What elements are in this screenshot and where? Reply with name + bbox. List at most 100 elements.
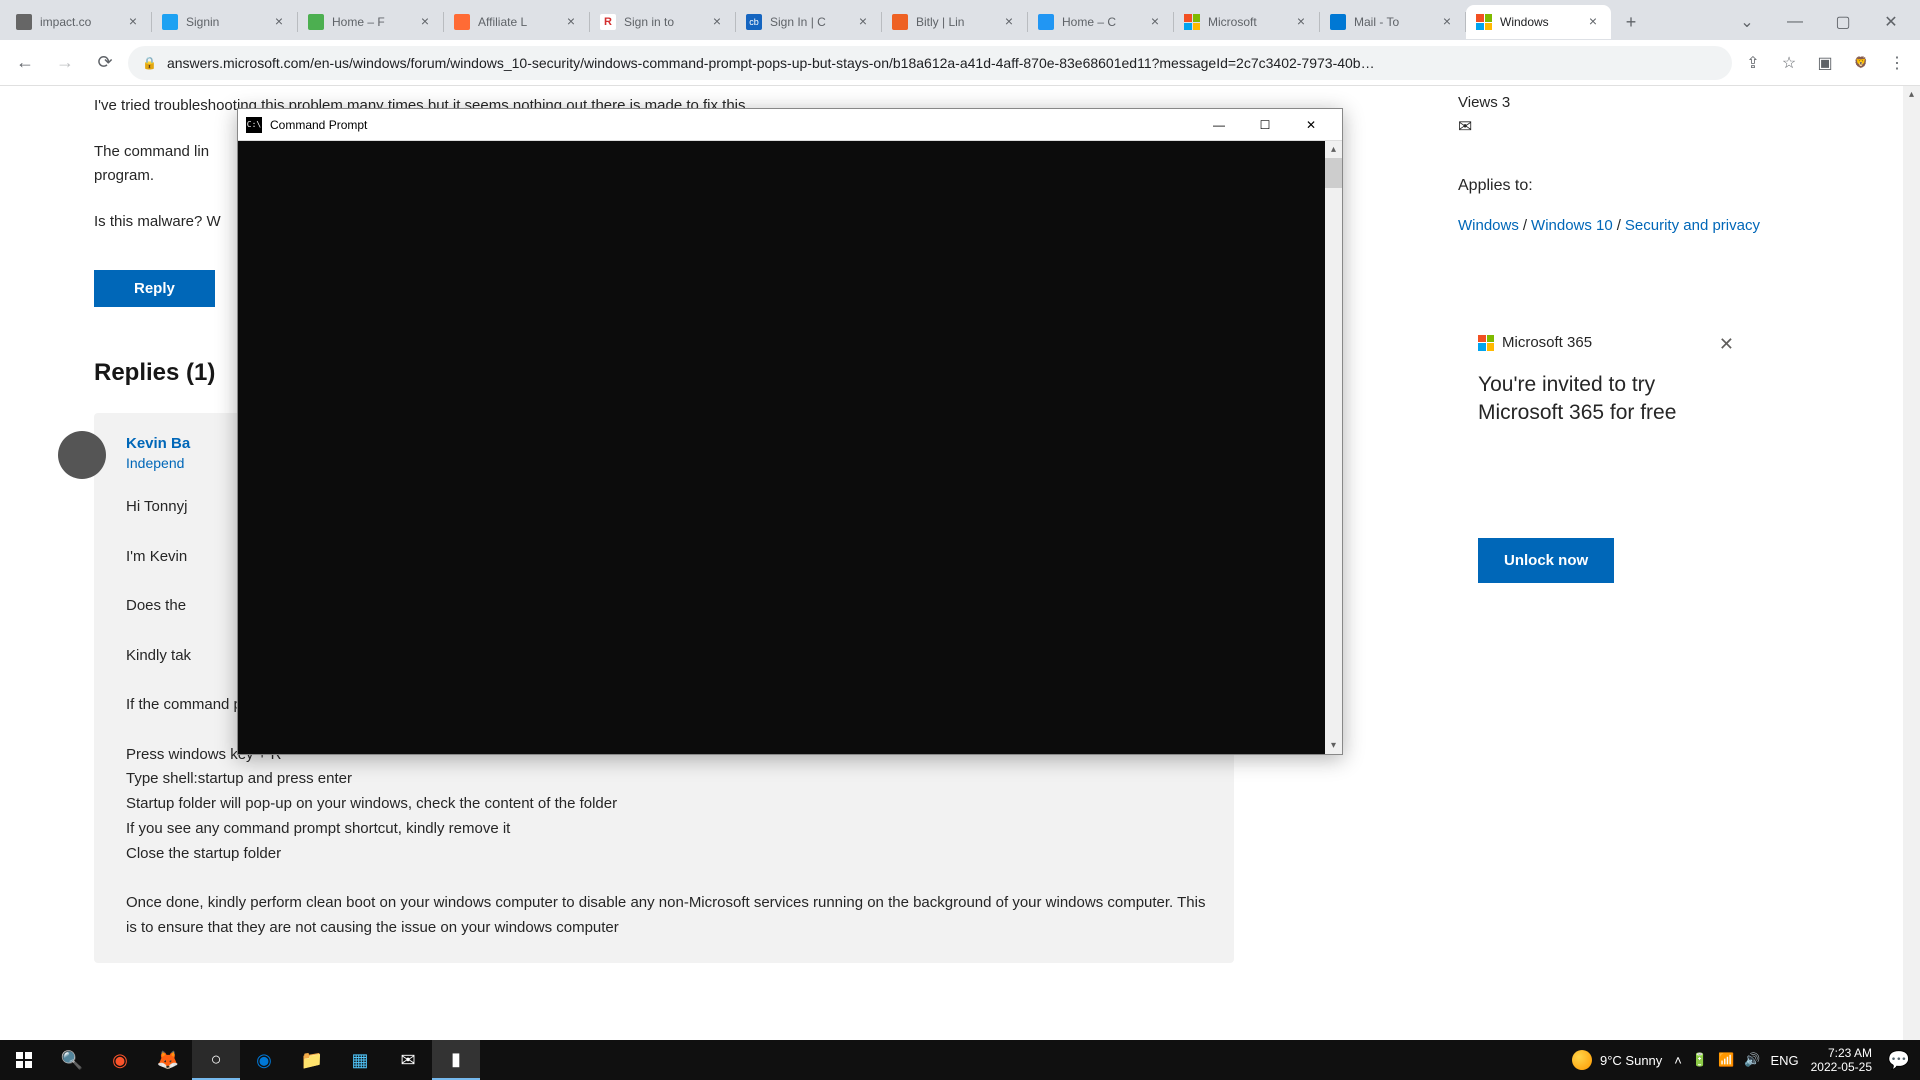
scroll-down-icon[interactable]: ▾ [1325,737,1342,754]
favicon [1038,14,1054,30]
explorer-app[interactable]: 📁 [288,1040,336,1080]
page-scrollbar[interactable]: ▴ [1903,86,1920,1040]
cmd-close-icon[interactable]: ✕ [1288,110,1334,140]
cmd-body[interactable]: ▴ ▾ [238,141,1342,754]
brave-app[interactable]: ◉ [96,1040,144,1080]
favicon [162,14,178,30]
cmd-title: Command Prompt [270,118,1196,132]
tab-title: Sign in to [624,15,701,29]
tab-close-icon[interactable]: × [563,14,579,30]
tab-title: Bitly | Lin [916,15,993,29]
extension-icon[interactable]: 🦁 [1846,48,1876,78]
tab-close-icon[interactable]: × [1001,14,1017,30]
tab-close-icon[interactable]: × [1585,14,1601,30]
scroll-up-icon[interactable]: ▴ [1325,141,1342,158]
chevron-up-icon[interactable]: ˄ [1674,1053,1682,1068]
clock-time: 7:23 AM [1811,1046,1872,1060]
address-bar: ← → ⟳ 🔒 answers.microsoft.com/en-us/wind… [0,40,1920,86]
notifications-icon[interactable]: 💬 [1884,1040,1914,1080]
share-icon[interactable]: ⇪ [1738,48,1768,78]
microsoft-logo-icon [1478,335,1494,351]
breadcrumb: Windows/Windows 10/Security and privacy [1458,217,1878,234]
tab-windows[interactable]: Windows × [1466,5,1611,39]
cmd-maximize-icon[interactable]: ☐ [1242,110,1288,140]
chevron-down-icon[interactable]: ⌄ [1724,6,1770,38]
maximize-icon[interactable]: ▢ [1820,6,1866,38]
favicon [454,14,470,30]
command-prompt-window[interactable]: C:\ Command Prompt — ☐ ✕ ▴ ▾ [237,108,1343,755]
tab-close-icon[interactable]: × [271,14,287,30]
tab-affiliate[interactable]: Affiliate L× [444,5,589,39]
clock[interactable]: 7:23 AM 2022-05-25 [1811,1046,1872,1075]
tab-signin-cb[interactable]: cbSign In | C× [736,5,881,39]
question-line: program. [94,167,154,184]
back-button[interactable]: ← [8,46,42,80]
breadcrumb-link[interactable]: Windows 10 [1531,217,1613,234]
cmd-scrollbar[interactable]: ▴ ▾ [1325,141,1342,754]
tab-close-icon[interactable]: × [1147,14,1163,30]
tab-close-icon[interactable]: × [1439,14,1455,30]
applies-to-label: Applies to: [1458,177,1878,195]
weather-widget[interactable]: 9°C Sunny [1572,1050,1662,1070]
tab-strip: impact.co × Signin× Home – F × Affiliate L… [0,0,1920,40]
tab-impact[interactable]: impact.co × [6,5,151,39]
url-text: answers.microsoft.com/en-us/windows/foru… [167,55,1718,71]
tab-close-icon[interactable]: × [709,14,725,30]
tab-home1[interactable]: Home – F × [298,5,443,39]
tab-title: Mail - To [1354,15,1431,29]
scroll-up-icon[interactable]: ▴ [1903,86,1920,103]
bookmark-icon[interactable]: ☆ [1774,48,1804,78]
battery-icon[interactable]: 🔋 [1692,1052,1708,1068]
mail-icon[interactable]: ✉ [1458,117,1878,137]
wifi-icon[interactable]: 📶 [1718,1052,1734,1068]
edge-app[interactable]: ◉ [240,1040,288,1080]
views-count: Views 3 [1458,94,1878,111]
mail-app[interactable]: ✉ [384,1040,432,1080]
tab-signin[interactable]: Signin× [152,5,297,39]
favicon [1330,14,1346,30]
search-button[interactable]: 🔍 [48,1040,96,1080]
cmd-app[interactable]: ▮ [432,1040,480,1080]
chrome-app[interactable]: ○ [192,1040,240,1080]
volume-icon[interactable]: 🔊 [1744,1052,1760,1068]
tab-title: Home – F [332,15,409,29]
breadcrumb-link[interactable]: Security and privacy [1625,217,1760,234]
menu-icon[interactable]: ⋮ [1882,48,1912,78]
tab-close-icon[interactable]: × [417,14,433,30]
omnibox[interactable]: 🔒 answers.microsoft.com/en-us/windows/fo… [128,46,1732,80]
tab-microsoft[interactable]: Microsoft × [1174,5,1319,39]
reply-button[interactable]: Reply [94,270,215,307]
new-tab-button[interactable]: + [1617,8,1645,36]
language-indicator[interactable]: ENG [1770,1053,1798,1068]
forward-button[interactable]: → [48,46,82,80]
reload-button[interactable]: ⟳ [88,46,122,80]
promo-close-icon[interactable]: ✕ [1711,330,1742,359]
avatar[interactable] [58,431,106,479]
minimize-icon[interactable]: — [1772,6,1818,38]
close-icon[interactable]: ✕ [1868,6,1914,38]
favicon: R [600,14,616,30]
promo-text: You're invited to try Microsoft 365 for … [1478,371,1728,428]
scroll-thumb[interactable] [1325,158,1342,188]
tab-close-icon[interactable]: × [125,14,141,30]
tab-mail[interactable]: Mail - To × [1320,5,1465,39]
tab-title: Microsoft [1208,15,1285,29]
tab-close-icon[interactable]: × [855,14,871,30]
cmd-titlebar[interactable]: C:\ Command Prompt — ☐ ✕ [238,109,1342,141]
tab-title: Windows [1500,15,1577,29]
tab-home2[interactable]: Home – C× [1028,5,1173,39]
tab-close-icon[interactable]: × [1293,14,1309,30]
unlock-now-button[interactable]: Unlock now [1478,538,1614,583]
start-button[interactable] [0,1040,48,1080]
side-panel-icon[interactable]: ▣ [1810,48,1840,78]
calculator-app[interactable]: ▦ [336,1040,384,1080]
breadcrumb-link[interactable]: Windows [1458,217,1519,234]
tab-title: Sign In | C [770,15,847,29]
favicon [16,14,32,30]
cmd-minimize-icon[interactable]: — [1196,110,1242,140]
tab-title: impact.co [40,15,117,29]
window-controls: ⌄ — ▢ ✕ [1724,6,1914,38]
tab-signin-r[interactable]: R Sign in to × [590,5,735,39]
firefox-app[interactable]: 🦊 [144,1040,192,1080]
tab-bitly[interactable]: Bitly | Lin × [882,5,1027,39]
